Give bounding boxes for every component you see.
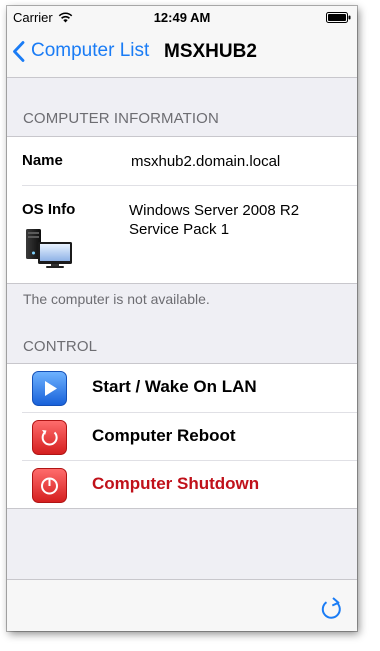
phone-screen: Carrier 12:49 AM Computer List MSXHUB2 C… [7, 6, 357, 631]
availability-note: The computer is not available. [23, 291, 210, 307]
power-icon [32, 468, 67, 503]
computer-shutdown-button[interactable]: Computer Shutdown [22, 460, 357, 508]
status-bar: Carrier 12:49 AM [7, 6, 357, 28]
start-wake-on-lan-label: Start / Wake On LAN [92, 377, 257, 396]
refresh-icon[interactable] [319, 594, 343, 620]
computer-icon [26, 229, 72, 268]
computer-shutdown-label: Computer Shutdown [92, 474, 260, 493]
bottom-toolbar [7, 579, 357, 631]
section-header-computer-information: COMPUTER INFORMATION [23, 110, 219, 127]
computer-reboot-button[interactable]: Computer Reboot [22, 412, 357, 460]
os-info-line2: Service Pack 1 [129, 221, 230, 238]
navigation-bar: Computer List MSXHUB2 [7, 28, 357, 78]
name-label: Name [22, 152, 63, 169]
os-info-value: Windows Server 2008 R2 Service Pack 1 [129, 201, 299, 239]
start-wake-on-lan-button[interactable]: Start / Wake On LAN [7, 364, 357, 412]
computer-reboot-label: Computer Reboot [92, 426, 236, 445]
computer-information-group: Name msxhub2.domain.local OS Info Window… [7, 136, 357, 284]
section-header-control: CONTROL [23, 338, 98, 355]
battery-icon [326, 12, 351, 23]
back-button-label: Computer List [31, 40, 150, 61]
os-info-label: OS Info [22, 201, 76, 218]
control-group: Start / Wake On LAN Computer Reboot Comp… [7, 363, 357, 509]
status-time: 12:49 AM [153, 10, 211, 25]
name-value: msxhub2.domain.local [131, 153, 281, 170]
back-button[interactable]: Computer List [12, 40, 149, 62]
play-icon [32, 371, 67, 406]
os-info-line1: Windows Server 2008 R2 [129, 202, 300, 219]
page-title: MSXHUB2 [164, 41, 257, 62]
row-divider [22, 185, 357, 186]
reboot-icon [32, 420, 67, 455]
chevron-left-icon [13, 40, 25, 62]
